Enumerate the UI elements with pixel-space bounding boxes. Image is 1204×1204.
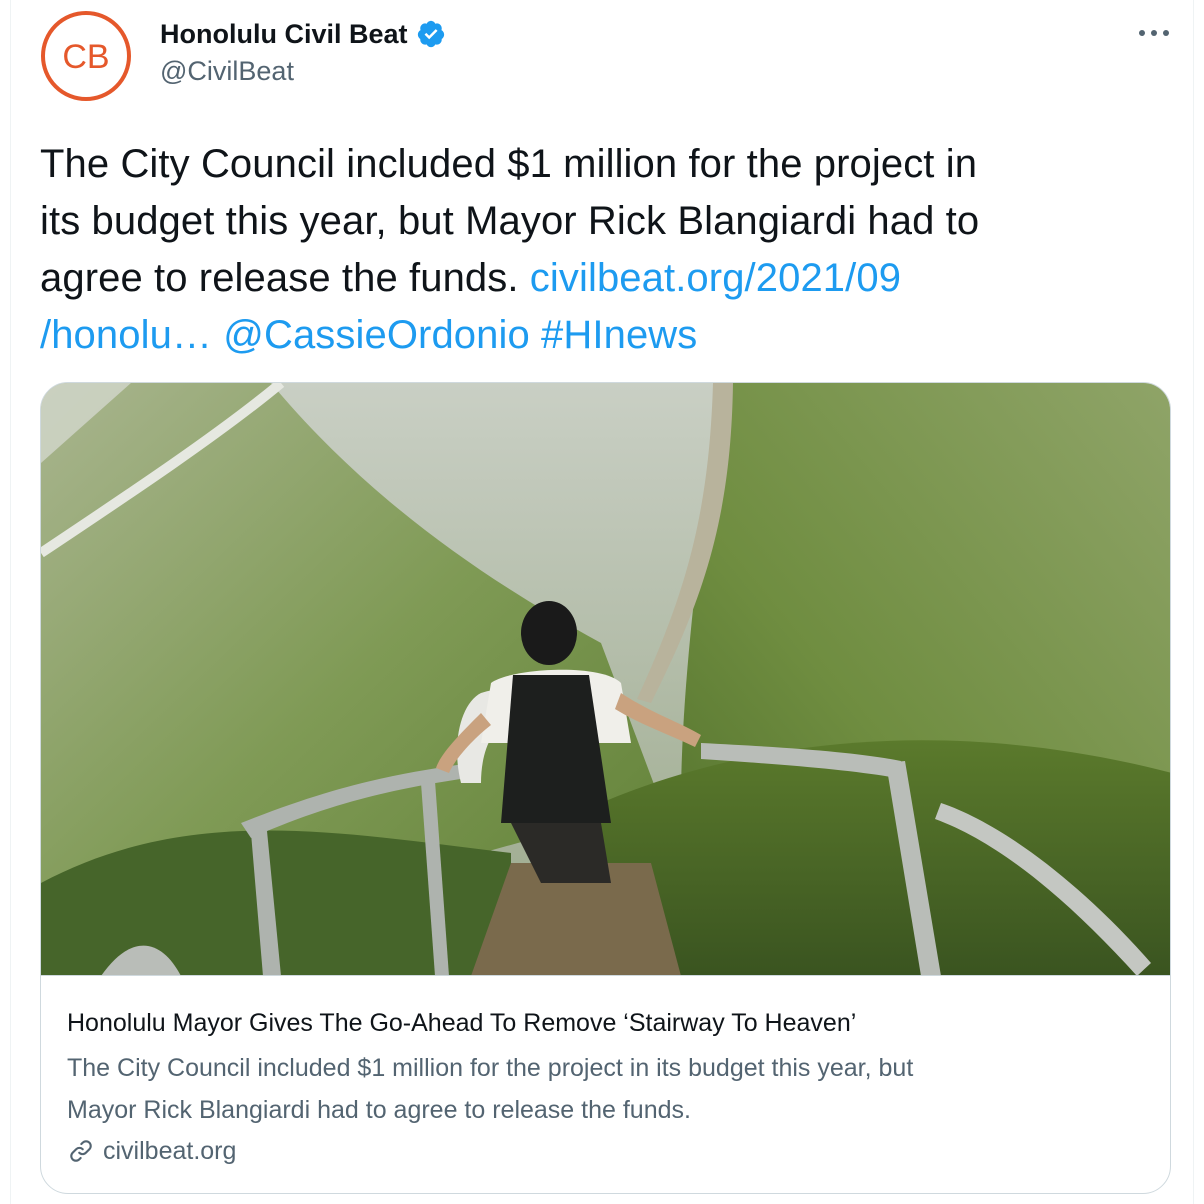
- author-handle[interactable]: @CivilBeat: [160, 56, 294, 87]
- article-link-continued[interactable]: /honolu…: [40, 313, 212, 357]
- svg-text:CB: CB: [62, 38, 109, 76]
- more-options-icon[interactable]: [1134, 18, 1174, 48]
- avatar[interactable]: CB: [40, 10, 132, 102]
- card-description-line: The City Council included $1 million for…: [67, 1054, 914, 1082]
- link-preview-card[interactable]: Honolulu Mayor Gives The Go-Ahead To Rem…: [40, 382, 1171, 1194]
- link-icon: [67, 1137, 95, 1165]
- civil-beat-logo-icon: CB: [41, 11, 131, 101]
- article-link[interactable]: civilbeat.org/2021/09: [530, 256, 901, 300]
- tweet-text-line: The City Council included $1 million for…: [40, 142, 978, 186]
- author-name-row[interactable]: Honolulu Civil Beat: [160, 16, 446, 52]
- tweet-text-line: its budget this year, but Mayor Rick Bla…: [40, 199, 980, 243]
- card-domain-label: civilbeat.org: [103, 1136, 237, 1165]
- tweet-text-line: agree to release the funds. civilbeat.or…: [40, 250, 1150, 307]
- card-description-line: Mayor Rick Blangiardi had to agree to re…: [67, 1096, 691, 1124]
- card-divider: [41, 975, 1170, 976]
- card-image[interactable]: [41, 383, 1170, 976]
- card-title[interactable]: Honolulu Mayor Gives The Go-Ahead To Rem…: [67, 1005, 1147, 1041]
- card-domain[interactable]: civilbeat.org: [67, 1131, 236, 1171]
- tweet-text-line: /honolu… @CassieOrdonio #HInews: [40, 307, 1150, 364]
- card-description: The City Council included $1 million for…: [67, 1047, 1147, 1131]
- mention-link[interactable]: @CassieOrdonio: [223, 313, 530, 357]
- display-name[interactable]: Honolulu Civil Beat: [160, 19, 408, 50]
- tweet-text-segment: agree to release the funds.: [40, 256, 530, 300]
- tweet-text: The City Council included $1 million for…: [40, 136, 1150, 364]
- verified-badge-icon: [416, 19, 446, 49]
- hashtag-link[interactable]: #HInews: [541, 313, 697, 357]
